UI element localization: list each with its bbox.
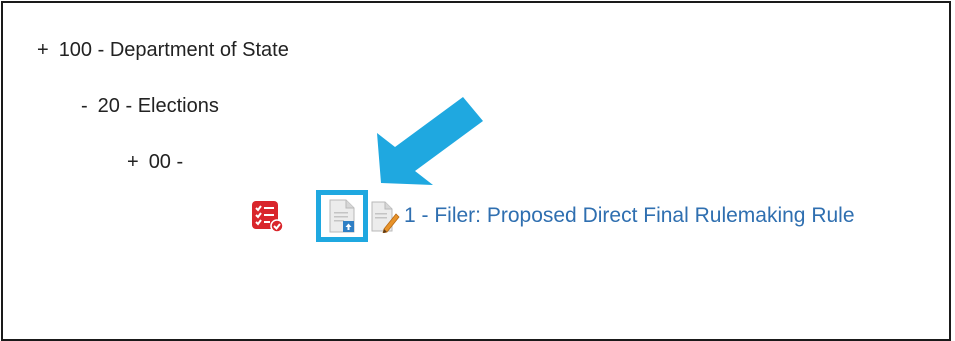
tree-node-label[interactable]: 00 - xyxy=(149,151,183,174)
document-row: 1 - Filer: Proposed Direct Final Rulemak… xyxy=(250,190,855,242)
document-upload-button[interactable] xyxy=(316,190,368,242)
tree-panel: + 100 - Department of State - 20 - Elect… xyxy=(1,1,951,341)
collapse-toggle[interactable]: - xyxy=(81,95,88,118)
tree-node-label[interactable]: 20 - Elections xyxy=(98,95,219,118)
task-checklist-icon[interactable] xyxy=(250,199,284,233)
tree-node-department-of-state: + 100 - Department of State xyxy=(37,39,289,62)
document-link[interactable]: 1 - Filer: Proposed Direct Final Rulemak… xyxy=(404,204,855,228)
expand-toggle[interactable]: + xyxy=(127,151,139,174)
tree-node-label[interactable]: 100 - Department of State xyxy=(59,39,289,62)
tree-node-elections: - 20 - Elections xyxy=(81,95,219,118)
expand-toggle[interactable]: + xyxy=(37,39,49,62)
pointer-arrow-icon xyxy=(377,97,483,185)
tree-node-00: + 00 - xyxy=(127,151,183,174)
document-edit-icon[interactable] xyxy=(370,199,400,233)
document-upload-icon xyxy=(329,199,355,233)
